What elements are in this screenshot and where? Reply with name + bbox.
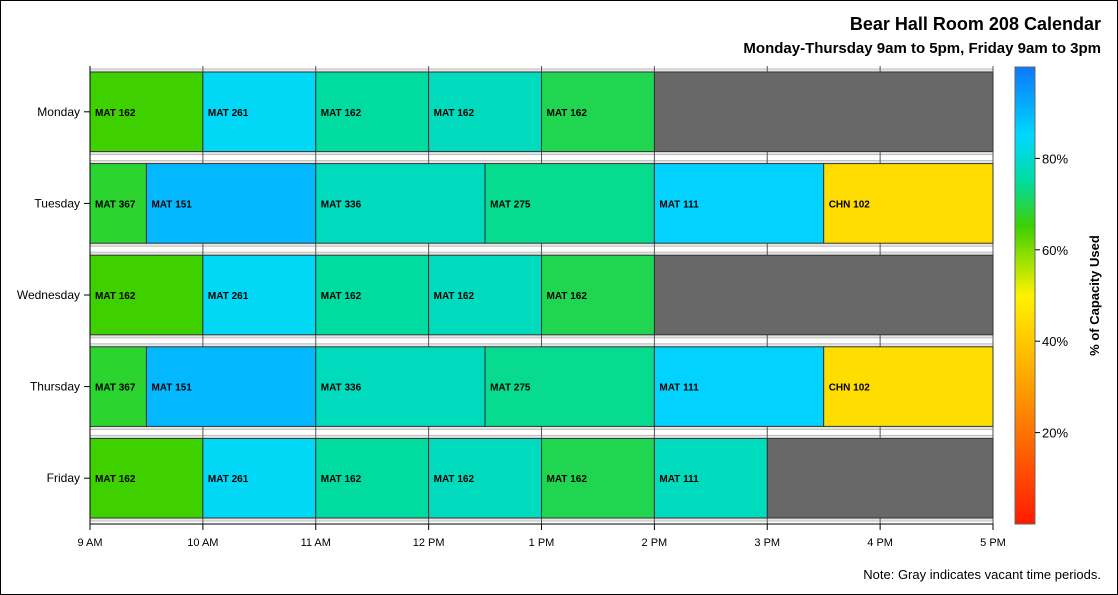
chart-subtitle: Monday-Thursday 9am to 5pm, Friday 9am t…	[743, 40, 1101, 57]
colorbar-tick-label: 40%	[1042, 334, 1068, 349]
colorbar-tick-label: 20%	[1042, 426, 1068, 441]
chart-note: Note: Gray indicates vacant time periods…	[863, 567, 1101, 582]
colorbar-tick-label: 60%	[1042, 243, 1068, 258]
capacity-colorbar: 20% 40% 60% 80% % of Capacity Used	[1014, 66, 1102, 525]
chart-title: Bear Hall Room 208 Calendar	[849, 14, 1101, 34]
colorbar-bar	[1014, 66, 1036, 525]
colorbar-tick-label: 80%	[1042, 151, 1068, 166]
colorbar-label: % of Capacity Used	[1087, 235, 1102, 356]
